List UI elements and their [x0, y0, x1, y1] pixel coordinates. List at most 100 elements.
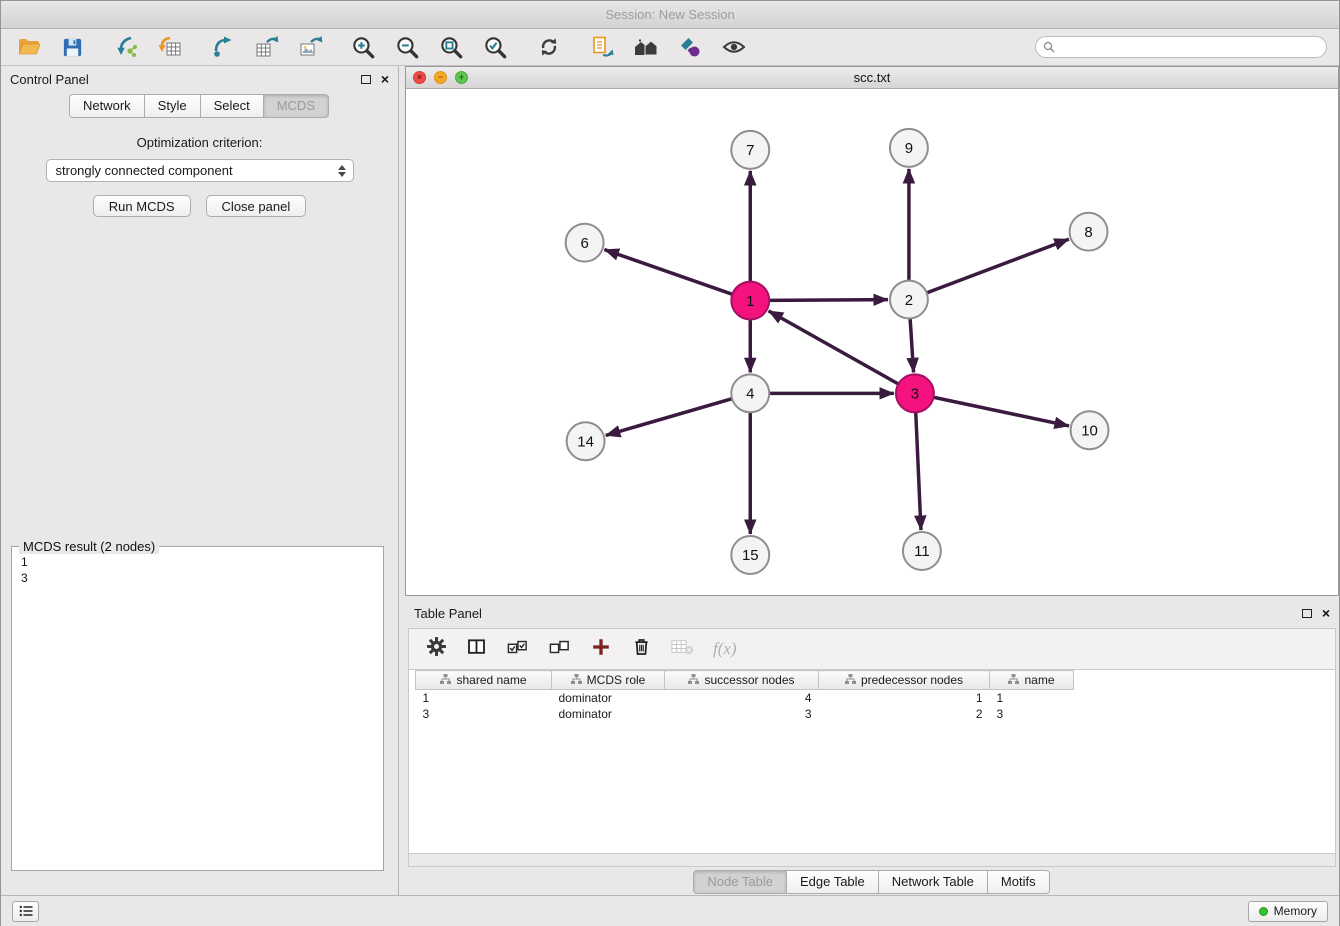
zoom-out-icon[interactable] [392, 32, 423, 62]
delete-column-icon[interactable] [631, 636, 652, 662]
table-cell[interactable]: 3 [990, 706, 1074, 722]
tab-network[interactable]: Network [69, 94, 145, 118]
column-header-mcds-role[interactable]: MCDS role [552, 671, 665, 690]
criterion-dropdown[interactable]: strongly connected component [46, 159, 354, 182]
add-column-icon[interactable] [590, 636, 612, 663]
table-settings-gear-icon[interactable] [426, 636, 447, 662]
table-row[interactable]: 3dominator323 [416, 706, 1074, 722]
tab-select[interactable]: Select [200, 94, 264, 118]
column-header-name[interactable]: name [990, 671, 1074, 690]
export-group [207, 32, 326, 62]
column-header-predecessor-nodes[interactable]: predecessor nodes [819, 671, 990, 690]
tab-style[interactable]: Style [144, 94, 201, 118]
import-network-icon[interactable] [110, 32, 141, 62]
memory-button[interactable]: Memory [1248, 901, 1328, 922]
graph-edge-1-6[interactable] [604, 250, 732, 295]
graph-node-14[interactable]: 14 [567, 422, 605, 460]
window-title: Session: New Session [605, 7, 734, 22]
table-cell[interactable]: 2 [819, 706, 990, 722]
network-window: scc.txt × − + 7 9 6 8 1 2 4 3 14 10 15 11 [405, 66, 1339, 596]
export-table-icon[interactable] [251, 32, 282, 62]
network-graph: 7 9 6 8 1 2 4 3 14 10 15 11 [406, 89, 1338, 595]
network-window-titlebar[interactable]: scc.txt × − + [406, 67, 1338, 89]
table-cell[interactable]: dominator [552, 706, 665, 722]
graph-node-7[interactable]: 7 [731, 131, 769, 169]
float-table-panel-icon[interactable] [1302, 609, 1312, 618]
window-zoom-icon[interactable]: + [455, 71, 468, 84]
search-input[interactable] [1035, 36, 1327, 58]
graph-edge-4-14[interactable] [606, 399, 732, 436]
window-close-icon[interactable]: × [413, 71, 426, 84]
column-header-shared-name[interactable]: shared name [416, 671, 552, 690]
mcds-result-title: MCDS result (2 nodes) [19, 539, 159, 554]
criterion-value: strongly connected component [56, 163, 233, 178]
graph-node-1[interactable]: 1 [731, 282, 769, 320]
close-panel-icon[interactable]: × [381, 72, 389, 86]
right-column: scc.txt × − + 7968124314101511 Table Pan… [399, 66, 1339, 895]
session-group [13, 32, 88, 62]
tab-network-table[interactable]: Network Table [878, 870, 988, 894]
tab-edge-table[interactable]: Edge Table [786, 870, 879, 894]
tab-node-table[interactable]: Node Table [693, 870, 787, 894]
task-history-button[interactable] [12, 901, 39, 922]
table-cell[interactable]: 3 [665, 706, 819, 722]
table-cell[interactable]: 1 [819, 690, 990, 706]
graph-node-4[interactable]: 4 [731, 374, 769, 412]
graph-node-15[interactable]: 15 [731, 536, 769, 574]
mcds-result-line: 3 [21, 570, 374, 586]
export-network-icon[interactable] [207, 32, 238, 62]
float-panel-icon[interactable] [361, 75, 371, 84]
open-session-icon[interactable] [13, 32, 44, 62]
table-cell[interactable]: 4 [665, 690, 819, 706]
refresh-view-icon[interactable] [533, 32, 564, 62]
table-horizontal-scrollbar[interactable] [408, 854, 1336, 867]
tab-mcds[interactable]: MCDS [263, 94, 329, 118]
zoom-selected-icon[interactable] [480, 32, 511, 62]
select-all-columns-icon[interactable] [506, 637, 529, 662]
graph-node-11[interactable]: 11 [903, 532, 941, 570]
network-canvas[interactable]: 7 9 6 8 1 2 4 3 14 10 15 11 [406, 89, 1338, 595]
column-sort-icon [1008, 673, 1019, 687]
window-minimize-icon[interactable]: − [434, 71, 447, 84]
close-table-panel-icon[interactable]: × [1322, 606, 1330, 620]
export-image-icon[interactable] [295, 32, 326, 62]
column-sort-icon [571, 673, 582, 687]
tab-motifs[interactable]: Motifs [987, 870, 1050, 894]
graph-edge-3-11[interactable] [916, 412, 921, 530]
graph-node-label: 1 [746, 293, 754, 310]
table-cell[interactable]: 3 [416, 706, 552, 722]
deselect-all-columns-icon[interactable] [548, 637, 571, 662]
graph-edge-3-1[interactable] [769, 311, 899, 384]
run-mcds-button[interactable]: Run MCDS [93, 195, 191, 217]
import-table-icon[interactable] [154, 32, 185, 62]
column-header-successor-nodes[interactable]: successor nodes [665, 671, 819, 690]
window-titlebar[interactable]: Session: New Session [1, 1, 1339, 29]
table-cell[interactable]: dominator [552, 690, 665, 706]
graph-node-8[interactable]: 8 [1070, 213, 1108, 251]
show-graphics-details-icon[interactable] [718, 32, 749, 62]
zoom-in-icon[interactable] [348, 32, 379, 62]
graph-node-6[interactable]: 6 [566, 224, 604, 262]
graph-node-label: 11 [914, 543, 930, 560]
close-panel-button[interactable]: Close panel [206, 195, 307, 217]
show-columns-icon[interactable] [466, 637, 487, 662]
table-cell[interactable]: 1 [416, 690, 552, 706]
graph-node-3[interactable]: 3 [896, 374, 934, 412]
graph-node-2[interactable]: 2 [890, 281, 928, 319]
graph-edge-1-2[interactable] [769, 300, 888, 301]
save-session-icon[interactable] [57, 32, 88, 62]
delete-table-icon-disabled [671, 638, 694, 661]
graph-edge-2-8[interactable] [927, 239, 1069, 293]
graph-edge-3-10[interactable] [933, 397, 1069, 426]
graph-node-9[interactable]: 9 [890, 129, 928, 167]
export-document-icon[interactable] [586, 32, 617, 62]
table-row[interactable]: 1dominator411 [416, 690, 1074, 706]
graph-edge-2-3[interactable] [910, 318, 913, 372]
graph-node-10[interactable]: 10 [1071, 411, 1109, 449]
home-icon[interactable] [630, 32, 661, 62]
table-cell[interactable]: 1 [990, 690, 1074, 706]
node-table-area: shared nameMCDS rolesuccessor nodesprede… [408, 670, 1336, 854]
table-toolbar: f(x) [408, 628, 1336, 670]
apply-style-icon[interactable] [674, 32, 705, 62]
zoom-fit-icon[interactable] [436, 32, 467, 62]
